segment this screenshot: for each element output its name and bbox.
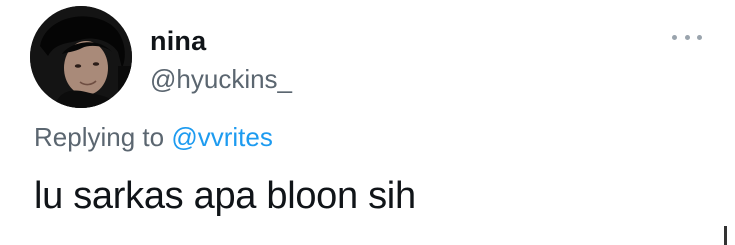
replying-to-line: Replying to @vvrites: [34, 122, 273, 153]
replying-prefix: Replying to: [34, 122, 165, 152]
dot: [684, 34, 690, 40]
author-handle[interactable]: @hyuckins_: [150, 64, 292, 95]
tweet-text: lu sarkas apa bloon sih: [34, 175, 416, 217]
tweet: nina @hyuckins_ Replying to @vvrites lu …: [0, 0, 735, 245]
scroll-indicator: [724, 226, 727, 245]
more-options-icon[interactable]: [672, 30, 702, 44]
dot: [672, 34, 677, 40]
avatar-photo-icon: [30, 6, 132, 108]
author-display-name[interactable]: nina: [150, 26, 206, 57]
reply-mention-link[interactable]: @vvrites: [171, 122, 273, 152]
dot: [697, 34, 702, 40]
avatar[interactable]: [30, 6, 132, 108]
